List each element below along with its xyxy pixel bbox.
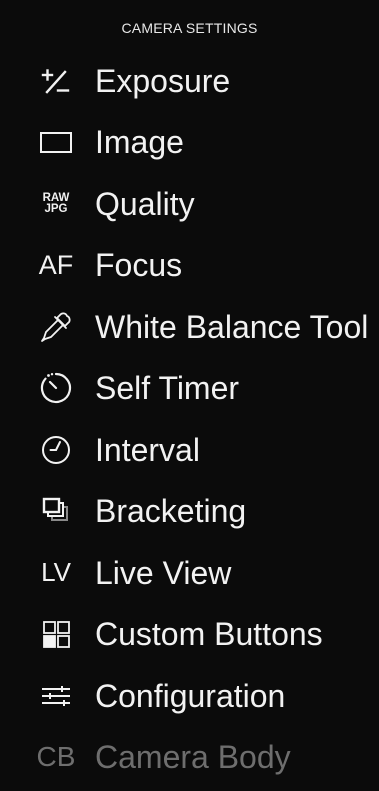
menu-item-interval[interactable]: Interval: [0, 419, 379, 481]
panel-title: CAMERA SETTINGS: [121, 20, 258, 36]
menu-item-label: Configuration: [95, 677, 286, 714]
menu-item-live-view[interactable]: LV Live View: [0, 542, 379, 604]
menu-item-custom-buttons[interactable]: Custom Buttons: [0, 604, 379, 666]
menu-item-focus[interactable]: AF Focus: [0, 235, 379, 297]
af-icon: AF: [38, 249, 74, 280]
menu-item-white-balance-tool[interactable]: White Balance Tool: [0, 296, 379, 358]
clock-icon: [34, 430, 78, 470]
menu-item-quality[interactable]: RAW JPG Quality: [0, 173, 379, 235]
self-timer-icon: [34, 368, 78, 408]
jpg-label: JPG: [44, 202, 68, 215]
menu-item-label: Focus: [95, 247, 183, 284]
menu-item-label: Live View: [95, 554, 232, 591]
configuration-sliders-icon: [34, 676, 78, 716]
menu-item-camera-body[interactable]: CB Camera Body: [0, 727, 379, 789]
eyedropper-icon: [34, 307, 78, 347]
menu-item-image[interactable]: Image: [0, 112, 379, 174]
custom-buttons-grid-icon: [34, 614, 78, 654]
image-rectangle-icon: [34, 122, 78, 162]
bracketing-icon: [34, 491, 78, 531]
exposure-plus-minus-icon: [34, 61, 78, 101]
menu-item-label: Bracketing: [95, 493, 247, 530]
cb-icon: CB: [36, 741, 76, 773]
camera-settings-panel: CAMERA SETTINGS Exposure Image RAW JPG Q…: [0, 0, 379, 791]
menu-item-label: Image: [95, 124, 184, 161]
menu-item-label: Interval: [95, 431, 200, 468]
menu-item-label: White Balance Tool: [95, 308, 369, 345]
menu-item-bracketing[interactable]: Bracketing: [0, 481, 379, 543]
raw-jpg-icon: RAW JPG: [34, 184, 78, 224]
menu-item-configuration[interactable]: Configuration: [0, 665, 379, 727]
menu-item-label: Exposure: [95, 62, 231, 99]
menu-item-label: Custom Buttons: [95, 616, 323, 653]
lv-icon: LV: [41, 557, 71, 588]
settings-menu: Exposure Image RAW JPG Quality AF Focus …: [0, 50, 379, 788]
menu-item-self-timer[interactable]: Self Timer: [0, 358, 379, 420]
menu-item-label: Camera Body: [95, 739, 291, 776]
menu-item-label: Self Timer: [95, 370, 240, 407]
menu-item-exposure[interactable]: Exposure: [0, 50, 379, 112]
menu-item-label: Quality: [95, 185, 195, 222]
